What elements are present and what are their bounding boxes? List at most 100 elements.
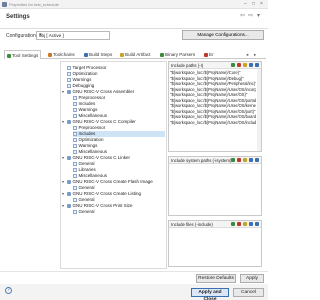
edit-icon[interactable] [243, 63, 247, 67]
settings-page-icon [73, 161, 77, 166]
move-down-icon[interactable] [255, 63, 259, 67]
add-icon[interactable] [231, 222, 235, 226]
tab-build-steps[interactable]: Build Steps [84, 50, 112, 59]
include-files-title: Include files (-include) [171, 222, 213, 227]
tab-scroll-left-icon[interactable]: ◂ [246, 50, 248, 59]
apply-and-close-button[interactable]: Apply and Close [191, 288, 229, 300]
tree-item-label: Includes [78, 131, 96, 136]
settings-page-icon [73, 125, 77, 130]
expand-toggle-icon[interactable]: ▾ [62, 155, 64, 161]
configuration-select[interactable]: obj [ Active ] ▾ [36, 31, 110, 40]
settings-page-icon [73, 113, 77, 118]
move-down-icon[interactable] [255, 158, 259, 162]
minimize-icon[interactable]: – [244, 1, 247, 7]
expand-toggle-icon[interactable]: ▾ [62, 179, 64, 185]
tree-item-label: GNU RISC-V Cross C Compiler [72, 119, 136, 124]
restore-defaults-button[interactable]: Restore Defaults [196, 274, 236, 283]
tree-item-label: GNU RISC-V Cross Create Listing [72, 191, 142, 196]
tab-build-artifact[interactable]: Build Artifact [120, 50, 151, 59]
forward-arrow-icon[interactable]: ⇨ [248, 13, 253, 20]
add-icon[interactable] [231, 158, 235, 162]
tree-item-label: Preprocessor [78, 95, 106, 100]
tree-item-label: General [78, 209, 95, 214]
manage-configurations-button[interactable]: Manage Configurations... [182, 30, 264, 40]
add-icon[interactable] [231, 63, 235, 67]
view-menu-icon[interactable]: ▾ [257, 13, 260, 20]
tab-label: Binary Parsers [165, 52, 196, 57]
move-up-icon[interactable] [249, 63, 253, 67]
tool-icon [67, 191, 71, 196]
tab-binary-parsers[interactable]: Binary Parsers [160, 50, 195, 59]
cancel-button[interactable]: Cancel [233, 288, 264, 297]
include-path-item[interactable]: "${workspace_loc:/${ProjName}/Peripheral… [170, 81, 256, 86]
expand-toggle-icon[interactable]: ▾ [62, 89, 64, 95]
build-artifact-icon [120, 52, 124, 57]
error-parsers-icon [204, 52, 208, 57]
tree-item-label: Debugging [72, 83, 95, 88]
tree-leaf-node[interactable]: General [73, 209, 165, 215]
tree-item-label: Preprocessor [78, 125, 106, 130]
chevron-down-icon: ▾ [39, 32, 42, 38]
tree-item-label: Optimization [78, 137, 104, 142]
apply-button[interactable]: Apply [240, 274, 264, 283]
maximize-icon[interactable]: □ [252, 1, 255, 7]
include-paths-title: Include paths (-I) [171, 63, 204, 68]
include-system-paths-list[interactable]: Include system paths (-isystem) [168, 156, 262, 216]
edit-icon[interactable] [243, 222, 247, 226]
include-path-item[interactable]: "${workspace_loc:/${ProjName}/User/OS/bo… [170, 114, 256, 119]
include-path-item[interactable]: "${workspace_loc:/${ProjName}/User/OS/po… [170, 98, 256, 103]
settings-header: Settings ⇦ ⇨ ▾ [0, 9, 268, 29]
tab-tool-settings[interactable]: Tool Settings [4, 50, 42, 59]
configuration-row: Configuration: obj [ Active ] ▾ Manage C… [0, 30, 268, 42]
tab-bar: Tool Settings Toolchains Build Steps Bui… [4, 49, 266, 59]
tree-item-label: GNU RISC-V Cross Create Flash Image [72, 179, 153, 184]
include-paths-list[interactable]: Include paths (-I) "${workspace_loc:/${P… [168, 61, 262, 152]
edit-icon[interactable] [243, 158, 247, 162]
settings-page-icon [73, 101, 77, 106]
settings-page-icon [73, 197, 77, 202]
settings-page-icon [73, 107, 77, 112]
delete-icon[interactable] [237, 63, 241, 67]
include-path-item[interactable]: "${workspace_loc:/${ProjName}/User/OS/ke… [170, 103, 256, 108]
include-path-item[interactable]: "${workspace_loc:/${ProjName}/Core}" [170, 70, 256, 75]
include-paths-scrollbar[interactable] [257, 69, 261, 151]
expand-toggle-icon[interactable]: ▾ [62, 119, 64, 125]
expand-toggle-icon[interactable]: ▾ [62, 203, 64, 209]
include-path-item[interactable]: "${workspace_loc:/${ProjName}/Debug}" [170, 76, 256, 81]
tool-settings-tree[interactable]: Target Processor Optimization Warnings Debu… [60, 61, 167, 269]
include-path-item[interactable]: "${workspace_loc:/${ProjName}/User/OS/po… [170, 109, 256, 114]
tool-icon [67, 119, 71, 124]
app-icon [2, 2, 7, 7]
settings-page-icon [73, 209, 77, 214]
tab-toolchains[interactable]: Toolchains [48, 50, 75, 59]
settings-page-icon [73, 95, 77, 100]
move-up-icon[interactable] [249, 222, 253, 226]
move-up-icon[interactable] [249, 158, 253, 162]
delete-icon[interactable] [237, 222, 241, 226]
move-down-icon[interactable] [255, 222, 259, 226]
toolchains-icon [48, 52, 52, 57]
tree-item-label: General [78, 197, 95, 202]
include-path-item[interactable]: "${workspace_loc:/${ProjName}/User/OS/in… [170, 120, 256, 125]
close-icon[interactable]: × [260, 1, 263, 7]
include-path-item[interactable]: "${workspace_loc:/${ProjName}/User/OS}" [170, 92, 256, 97]
tree-item-label: GNU RISC-V Cross C Linker [72, 155, 131, 160]
dialog-button-bar: ? Apply and Close Cancel [0, 284, 268, 300]
include-path-item[interactable]: "${workspace_loc:/${ProjName}/User/OS/in… [170, 87, 256, 92]
include-files-header: Include files (-include) [169, 221, 261, 228]
configuration-label: Configuration: [6, 33, 38, 39]
include-settings-panel: Include paths (-I) "${workspace_loc:/${P… [168, 61, 265, 269]
tab-error-parsers[interactable]: Er [204, 50, 214, 59]
settings-page-icon [73, 143, 77, 148]
tree-item-label: GNU RISC-V Cross Assembler [72, 89, 135, 94]
delete-icon[interactable] [237, 158, 241, 162]
window-titlebar: Properties for test_schedule – □ × [0, 0, 268, 9]
binary-parsers-icon [160, 52, 164, 57]
expand-toggle-icon[interactable]: ▾ [62, 191, 64, 197]
back-arrow-icon[interactable]: ⇦ [240, 13, 245, 20]
tab-label: Er [209, 52, 214, 57]
tab-scroll-right-icon[interactable]: ▸ [254, 50, 256, 59]
tree-item-label: Miscellaneous [78, 173, 108, 178]
help-icon[interactable]: ? [5, 287, 12, 294]
include-files-list[interactable]: Include files (-include) [168, 220, 262, 267]
